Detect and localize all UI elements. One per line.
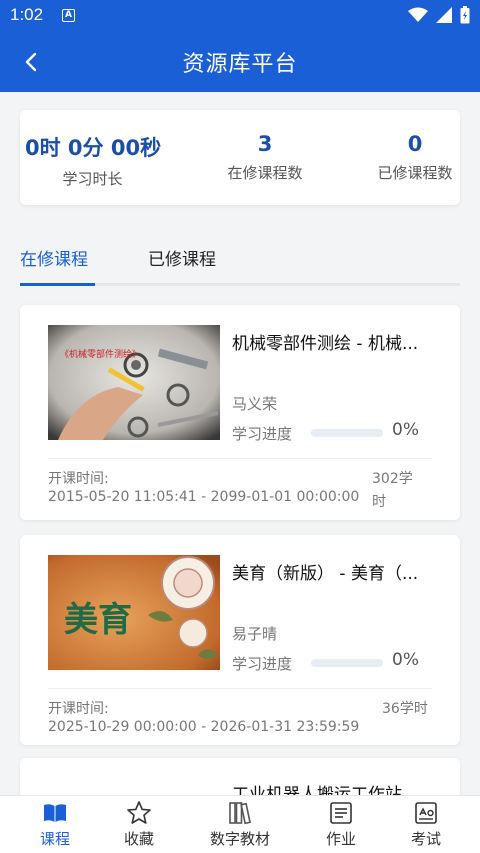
- exam-icon: [415, 802, 437, 824]
- bottom-navigation: 课程 收藏 数字教材 作业 考试: [0, 795, 480, 853]
- book-icon: [44, 804, 66, 822]
- status-bar: 1:02 A: [0, 0, 480, 32]
- nav-label: 课程: [39, 830, 70, 848]
- nav-label: 考试: [410, 830, 441, 848]
- notification-a-icon: A: [62, 9, 75, 22]
- page-title: 资源库平台: [182, 52, 298, 77]
- course-hours: 36学时: [382, 701, 428, 717]
- homework-icon: [330, 802, 352, 824]
- stat-value: 0: [407, 132, 423, 156]
- tab-in-progress[interactable]: 在修课程: [20, 245, 88, 270]
- stats-card: 0时 0分 00秒 学习时长 3 在修课程数 0 已修课程数: [20, 110, 460, 205]
- tab-active-indicator: [20, 283, 95, 286]
- start-time-label: 开课时间:: [48, 701, 109, 717]
- progress-label: 学习进度: [232, 425, 293, 443]
- stat-label: 已修课程数: [377, 164, 453, 182]
- system-icons: [408, 6, 470, 24]
- mechanical-drawing-image: 《机械零部件测绘》: [48, 325, 220, 440]
- tab-completed[interactable]: 已修课程: [148, 245, 216, 270]
- wifi-icon: [408, 7, 428, 22]
- battery-icon: [460, 6, 470, 24]
- course-title: 机械零部件测绘 - 机械...: [232, 334, 419, 354]
- stat-value: 3: [257, 132, 273, 156]
- course-card[interactable]: 《机械零部件测绘》 机械零部件测绘 - 机械... 马义荣 学习进度 0% 开课…: [20, 305, 460, 520]
- progress-bar: [311, 429, 383, 437]
- stat-value: 0时 0分 00秒: [25, 136, 162, 160]
- progress-value: 0%: [392, 420, 419, 440]
- start-time-range: 2025-10-29 00:00:00 - 2026-01-31 23:59:5…: [48, 719, 360, 735]
- nav-item-homework[interactable]: 作业: [301, 800, 381, 849]
- stat-label: 在修课程数: [227, 164, 303, 182]
- books-icon: [229, 802, 251, 825]
- course-hours-suffix: 时: [372, 494, 386, 510]
- nav-label: 数字教材: [209, 830, 270, 848]
- stat-completed-count: 0 已修课程数: [370, 132, 460, 183]
- nav-label: 作业: [325, 830, 356, 848]
- start-time-label: 开课时间:: [48, 471, 109, 487]
- aesthetic-education-image: 美育: [48, 555, 220, 670]
- course-tabs: 在修课程 已修课程: [20, 240, 460, 286]
- status-time: 1:02: [10, 5, 44, 24]
- course-hours: 302学: [372, 471, 413, 487]
- signal-icon: [436, 7, 452, 23]
- stat-in-progress-count: 3 在修课程数: [215, 132, 315, 183]
- nav-item-favorites[interactable]: 收藏: [99, 800, 179, 849]
- app-bar: 资源库平台: [0, 32, 480, 92]
- thumb-title: 美育: [64, 600, 132, 640]
- start-time-range: 2015-05-20 11:05:41 - 2099-01-01 00:00:0…: [48, 489, 360, 505]
- nav-item-exams[interactable]: 考试: [386, 800, 466, 849]
- stat-label: 学习时长: [62, 170, 123, 188]
- course-title: 美育（新版） - 美育（...: [232, 564, 419, 584]
- course-teacher: 马义荣: [232, 395, 278, 413]
- stat-study-time: 0时 0分 00秒 学习时长: [25, 132, 162, 189]
- progress-label: 学习进度: [232, 655, 293, 673]
- card-divider: [48, 458, 432, 459]
- card-divider: [48, 688, 432, 689]
- course-card[interactable]: 美育 美育（新版） - 美育（... 易子晴 学习进度 0% 开课时间: 202…: [20, 535, 460, 745]
- progress-bar: [311, 659, 383, 667]
- nav-item-digital-textbooks[interactable]: 数字教材: [186, 800, 294, 849]
- progress-value: 0%: [392, 650, 419, 670]
- course-thumbnail: 美育: [48, 555, 220, 670]
- star-icon: [127, 801, 151, 824]
- nav-label: 收藏: [123, 830, 154, 848]
- thumb-title: 《机械零部件测绘》: [60, 348, 141, 360]
- course-teacher: 易子晴: [232, 625, 278, 643]
- nav-item-courses[interactable]: 课程: [15, 800, 95, 849]
- course-thumbnail: 《机械零部件测绘》: [48, 325, 220, 440]
